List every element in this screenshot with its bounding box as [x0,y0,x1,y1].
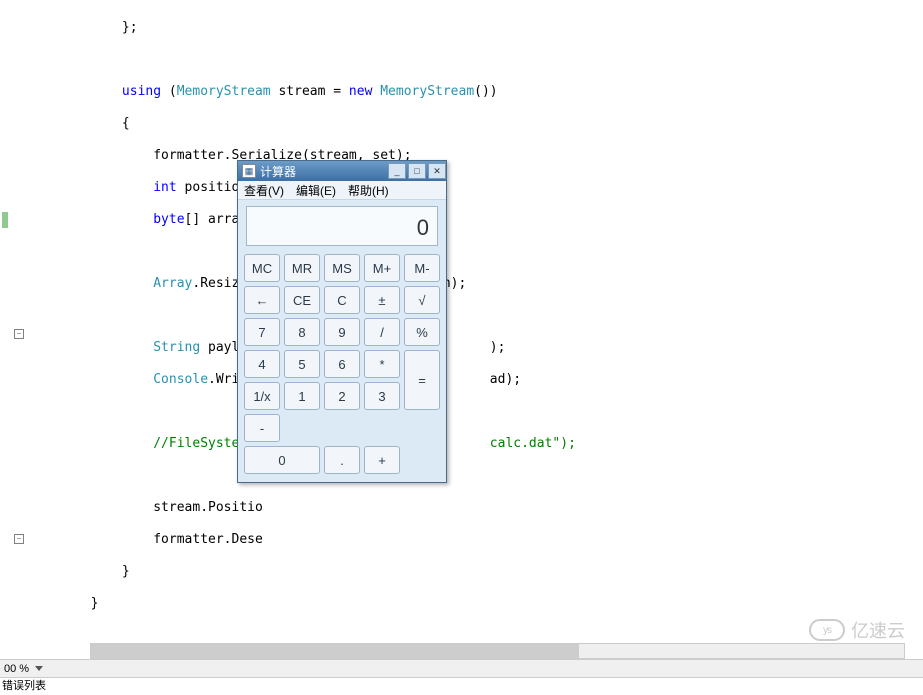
digit-7-button[interactable]: 7 [244,318,280,346]
digit-2-button[interactable]: 2 [324,382,360,410]
code-line: }; [28,20,923,36]
calculator-window[interactable]: ▦ 计算器 _ □ ✕ 查看(V) 编辑(E) 帮助(H) 0 MC MR MS… [237,160,447,483]
code-content[interactable]: }; using (MemoryStream stream = new Memo… [0,0,923,655]
code-line: String payload ); [28,340,923,356]
menu-edit[interactable]: 编辑(E) [290,182,342,199]
code-line: formatter.Dese [28,532,923,548]
code-line: } [28,564,923,580]
zoom-level[interactable]: 00 % [0,663,33,675]
decimal-button[interactable]: . [324,446,360,474]
mplus-button[interactable]: M+ [364,254,400,282]
percent-button[interactable]: % [404,318,440,346]
mminus-button[interactable]: M- [404,254,440,282]
equals-button[interactable]: = [404,350,440,410]
divide-button[interactable]: / [364,318,400,346]
code-line: { [28,116,923,132]
add-button[interactable]: + [364,446,400,474]
calculator-display: 0 [246,206,438,246]
code-line: byte[] array = stream.GetBuffer(); [28,212,923,228]
error-list-tab[interactable]: 错误列表 [0,677,923,695]
code-line: } [28,596,923,612]
calculator-titlebar[interactable]: ▦ 计算器 _ □ ✕ [238,161,446,181]
subtract-button[interactable]: - [244,414,280,442]
menu-help[interactable]: 帮助(H) [342,182,395,199]
code-line [28,628,923,644]
maximize-button[interactable]: □ [408,163,426,179]
calculator-menubar: 查看(V) 编辑(E) 帮助(H) [238,181,446,200]
menu-view[interactable]: 查看(V) [238,182,290,199]
digit-5-button[interactable]: 5 [284,350,320,378]
code-line [28,52,923,68]
zoom-bar: 00 % [0,659,923,677]
close-button[interactable]: ✕ [428,163,446,179]
code-line: Array.Resize<byte>(ref array, position); [28,276,923,292]
minimize-button[interactable]: _ [388,163,406,179]
multiply-button[interactable]: * [364,350,400,378]
mc-button[interactable]: MC [244,254,280,282]
code-line [28,404,923,420]
digit-8-button[interactable]: 8 [284,318,320,346]
fold-toggle[interactable]: − [14,329,24,339]
digit-6-button[interactable]: 6 [324,350,360,378]
calculator-icon: ▦ [242,164,256,178]
change-indicator [2,212,8,228]
code-line: formatter.Serialize(stream, set); [28,148,923,164]
ms-button[interactable]: MS [324,254,360,282]
backspace-button[interactable]: ← [244,286,280,314]
horizontal-scrollbar[interactable] [90,643,905,659]
calculator-keypad: MC MR MS M+ M- ← CE C ± √ 7 8 9 / % 4 5 … [238,252,446,482]
digit-1-button[interactable]: 1 [284,382,320,410]
fold-toggle[interactable]: − [14,534,24,544]
code-editor[interactable]: − − }; using (MemoryStream stream = new … [0,0,923,655]
code-line [28,468,923,484]
ce-button[interactable]: CE [284,286,320,314]
digit-0-button[interactable]: 0 [244,446,320,474]
scrollbar-thumb[interactable] [91,644,579,658]
code-line: Console.WriteL ad); [28,372,923,388]
digit-3-button[interactable]: 3 [364,382,400,410]
digit-4-button[interactable]: 4 [244,350,280,378]
c-button[interactable]: C [324,286,360,314]
code-line: int position = (int)stream.Position; [28,180,923,196]
zoom-dropdown-icon[interactable] [35,666,43,671]
code-line: using (MemoryStream stream = new MemoryS… [28,84,923,100]
code-line: //FileSystemUt calc.dat"); [28,436,923,452]
code-line [28,244,923,260]
mr-button[interactable]: MR [284,254,320,282]
calculator-title-text: 计算器 [260,163,296,180]
code-line: stream.Positio [28,500,923,516]
plusminus-button[interactable]: ± [364,286,400,314]
code-line [28,308,923,324]
sqrt-button[interactable]: √ [404,286,440,314]
digit-9-button[interactable]: 9 [324,318,360,346]
reciprocal-button[interactable]: 1/x [244,382,280,410]
